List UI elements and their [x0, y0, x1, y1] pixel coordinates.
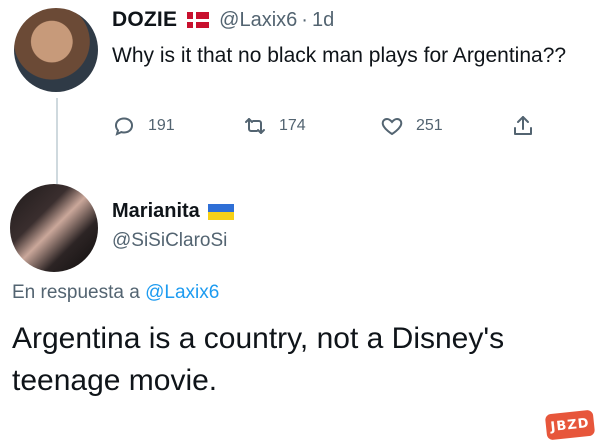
reply-tweet: Marianita @SiSiClaroSi En respuesta a @L…: [0, 180, 600, 448]
retweet-count: 174: [279, 117, 306, 134]
site-watermark: JBZD: [544, 409, 596, 441]
replying-to-mention[interactable]: @Laxix6: [145, 282, 219, 303]
avatar-dozie[interactable]: [14, 8, 98, 92]
reply-count: 191: [148, 117, 175, 134]
heart-icon: [381, 117, 403, 136]
retweet-icon: [245, 118, 265, 134]
original-tweet: DOZIE @Laxix6 · 1d Why is it that no bla…: [0, 0, 600, 184]
ukraine-flag-icon: [207, 203, 234, 220]
replying-to-label: En respuesta a: [12, 282, 140, 303]
retweet-button[interactable]: 174: [243, 114, 306, 138]
reply-author-row: Marianita: [112, 200, 234, 223]
timestamp[interactable]: 1d: [312, 9, 334, 32]
share-button[interactable]: [511, 114, 547, 138]
reply-button[interactable]: 191: [112, 114, 175, 138]
author-name[interactable]: DOZIE: [112, 8, 177, 32]
reply-author-name[interactable]: Marianita: [112, 200, 200, 223]
denmark-flag-icon: [187, 12, 210, 28]
reply-author-handle[interactable]: @SiSiClaroSi: [112, 230, 227, 252]
share-icon: [514, 116, 532, 135]
reply-text: Argentina is a country, not a Disney's t…: [12, 322, 505, 397]
like-button[interactable]: 251: [380, 114, 443, 138]
separator: ·: [301, 8, 308, 31]
replying-to: En respuesta a @Laxix6: [12, 282, 219, 304]
like-count: 251: [416, 117, 443, 134]
tweet-actions: 191 174 251: [108, 114, 558, 144]
avatar-marianita[interactable]: [10, 184, 98, 272]
tweet-header: DOZIE @Laxix6 · 1d: [112, 8, 334, 32]
reply-icon: [114, 117, 134, 136]
thread-line: [56, 98, 58, 184]
tweet-text: Why is it that no black man plays for Ar…: [112, 44, 567, 67]
author-handle[interactable]: @Laxix6: [219, 9, 297, 32]
